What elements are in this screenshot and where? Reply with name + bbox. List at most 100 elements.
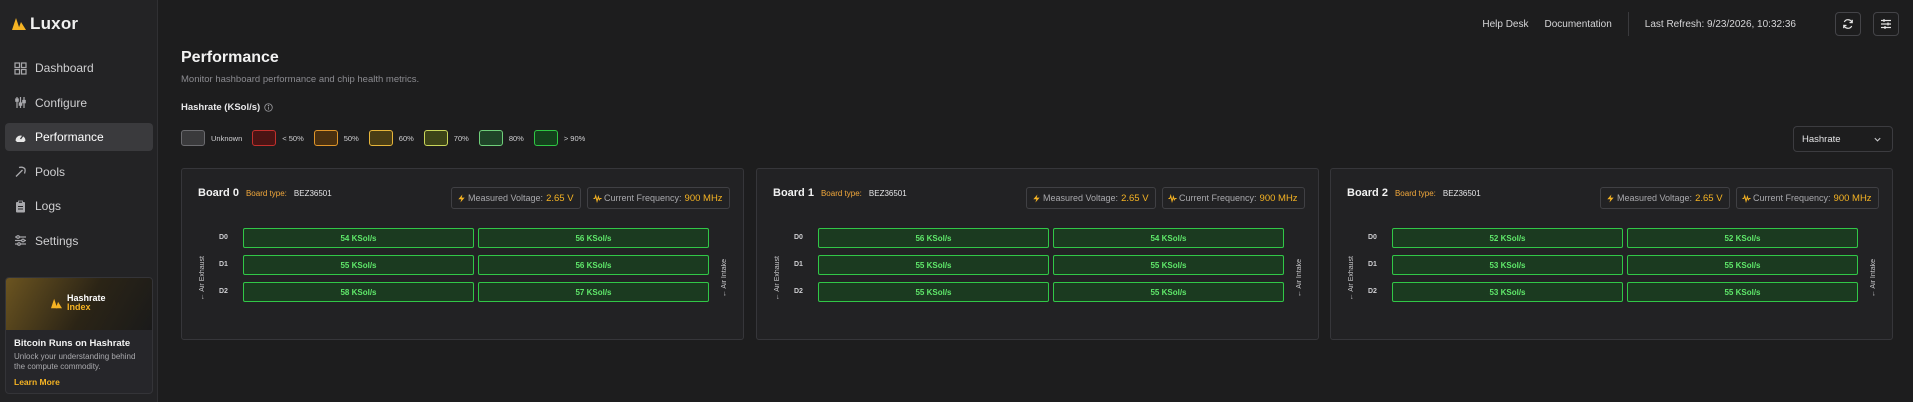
legend-item: 60% — [368, 130, 414, 146]
legend-label: 70% — [453, 133, 469, 143]
sidebar-item-label: Pools — [35, 164, 66, 179]
board-title: Board 1 — [773, 187, 814, 199]
legend-swatch — [423, 130, 448, 146]
sliders-icon — [13, 96, 27, 110]
chip-cell[interactable]: 57 KSol/s — [478, 282, 709, 302]
voltage-value: 2.65 V — [1695, 192, 1723, 204]
air-exhaust-text: ← Air Exhaust — [773, 255, 781, 301]
documentation-link[interactable]: Documentation — [1545, 19, 1612, 30]
sidebar-item-logs[interactable]: Logs — [5, 192, 153, 220]
hashrate-section-label: Hashrate (KSol/s) — [181, 102, 273, 113]
row-label: D0 — [219, 234, 228, 241]
frequency-value: 900 MHz — [684, 192, 723, 204]
sidebar-item-label: Dashboard — [35, 61, 94, 75]
chip-cell[interactable]: 55 KSol/s — [1627, 255, 1858, 275]
row-label: D0 — [794, 234, 803, 241]
chip-cell[interactable]: 56 KSol/s — [478, 228, 709, 248]
row-label: D2 — [794, 288, 803, 295]
sidebar-item-pools[interactable]: Pools — [5, 158, 153, 186]
chip-cell[interactable]: 54 KSol/s — [243, 228, 474, 248]
legend-swatch — [368, 130, 393, 146]
row-label: D0 — [1368, 234, 1377, 241]
chip-cell[interactable]: 55 KSol/s — [1053, 282, 1284, 302]
legend-swatch — [181, 130, 205, 146]
board-type-label: Board type: — [245, 189, 287, 198]
promo-title: Bitcoin Runs on Hashrate — [14, 338, 131, 349]
sidebar-item-performance[interactable]: Performance — [5, 123, 153, 151]
dashboard-grid-icon — [13, 61, 27, 75]
chip-cell[interactable]: 56 KSol/s — [478, 255, 709, 275]
clipboard-icon — [13, 199, 27, 213]
current-frequency-pill: Current Frequency: 900 MHz — [1162, 187, 1305, 209]
refresh-icon — [1843, 19, 1853, 29]
sidebar-item-dashboard[interactable]: Dashboard — [5, 54, 153, 82]
learn-more-link[interactable]: Learn More — [14, 377, 60, 387]
chip-cell[interactable]: 58 KSol/s — [243, 282, 474, 302]
hashboard-card: Board 1 Board type: BEZ36501 Measured Volta… — [756, 168, 1319, 340]
chip-cell[interactable]: 55 KSol/s — [1053, 255, 1284, 275]
promo-banner: Hashrate Index — [6, 278, 152, 330]
hashrate-index-logo: Hashrate Index — [50, 294, 106, 312]
legend-label: 50% — [343, 133, 359, 143]
settings-sliders-icon — [1881, 19, 1891, 29]
chip-cell[interactable]: 53 KSol/s — [1392, 255, 1623, 275]
air-exhaust-text: ← Air Exhaust — [198, 255, 206, 301]
frequency-label: Current Frequency: — [1179, 193, 1257, 203]
bolt-icon — [1607, 193, 1614, 203]
settings-sliders-icon — [13, 234, 27, 248]
metric-select[interactable]: Hashrate — [1793, 126, 1893, 152]
pickaxe-icon — [13, 165, 27, 179]
measured-voltage-pill: Measured Voltage: 2.65 V — [451, 187, 581, 209]
board-type-value: BEZ36501 — [1442, 189, 1481, 198]
row-label: D1 — [1368, 261, 1377, 268]
sidebar-nav: Dashboard Configure Performance Pools Lo… — [5, 54, 153, 261]
sidebar-item-settings[interactable]: Settings — [5, 227, 153, 255]
chip-cell[interactable]: 55 KSol/s — [1627, 282, 1858, 302]
chip-cell[interactable]: 55 KSol/s — [818, 282, 1049, 302]
hashboard-card: Board 2 Board type: BEZ36501 Measured Volta… — [1330, 168, 1893, 340]
legend-item: Unknown — [181, 130, 242, 146]
measured-voltage-pill: Measured Voltage: 2.65 V — [1026, 187, 1156, 209]
current-frequency-pill: Current Frequency: 900 MHz — [587, 187, 730, 209]
chip-cell[interactable]: 55 KSol/s — [818, 255, 1049, 275]
row-label: D2 — [219, 288, 228, 295]
board-header: Board 1 Board type: BEZ36501 — [773, 187, 907, 199]
air-intake-text: ← Air Intake — [1869, 258, 1877, 298]
legend-label: > 90% — [563, 133, 586, 143]
bolt-icon — [1033, 193, 1040, 203]
hashrate-legend: Unknown < 50% 50% 60% 70% 80% > 90% — [181, 130, 595, 146]
legend-swatch — [313, 130, 338, 146]
board-header: Board 0 Board type: BEZ36501 — [198, 187, 332, 199]
legend-item: 50% — [313, 130, 359, 146]
app-logo[interactable]: Luxor — [11, 14, 78, 34]
chip-cell[interactable]: 55 KSol/s — [243, 255, 474, 275]
chip-cell[interactable]: 52 KSol/s — [1392, 228, 1623, 248]
sidebar-item-configure[interactable]: Configure — [5, 89, 153, 117]
board-title: Board 0 — [198, 187, 239, 199]
page-subtitle: Monitor hashboard performance and chip h… — [181, 74, 420, 85]
filter-settings-button[interactable] — [1873, 12, 1899, 36]
chip-cell[interactable]: 52 KSol/s — [1627, 228, 1858, 248]
bolt-icon — [458, 193, 465, 203]
legend-label: < 50% — [282, 133, 304, 143]
legend-swatch — [252, 130, 277, 146]
air-exhaust-label: ← Air Exhaust — [1345, 245, 1357, 311]
promo-card: Hashrate Index Bitcoin Runs on Hashrate … — [5, 277, 153, 394]
chip-cell[interactable]: 53 KSol/s — [1392, 282, 1623, 302]
page-title: Performance — [181, 49, 279, 66]
legend-swatch — [478, 130, 503, 146]
frequency-wave-icon — [1742, 193, 1751, 203]
chip-cell[interactable]: 56 KSol/s — [818, 228, 1049, 248]
sidebar: Luxor Dashboard Configure Performance Po… — [0, 0, 158, 402]
help-desk-link[interactable]: Help Desk — [1482, 19, 1528, 30]
legend-label: 80% — [508, 133, 524, 143]
chevron-down-icon — [1874, 137, 1881, 142]
refresh-button[interactable] — [1835, 12, 1861, 36]
board-title: Board 2 — [1347, 187, 1388, 199]
sidebar-item-label: Logs — [35, 199, 62, 213]
chip-cell[interactable]: 54 KSol/s — [1053, 228, 1284, 248]
promo-banner-line2: Index — [67, 302, 91, 312]
info-icon[interactable] — [264, 103, 273, 112]
voltage-label: Measured Voltage: — [468, 193, 544, 203]
sidebar-item-label: Settings — [35, 233, 79, 248]
